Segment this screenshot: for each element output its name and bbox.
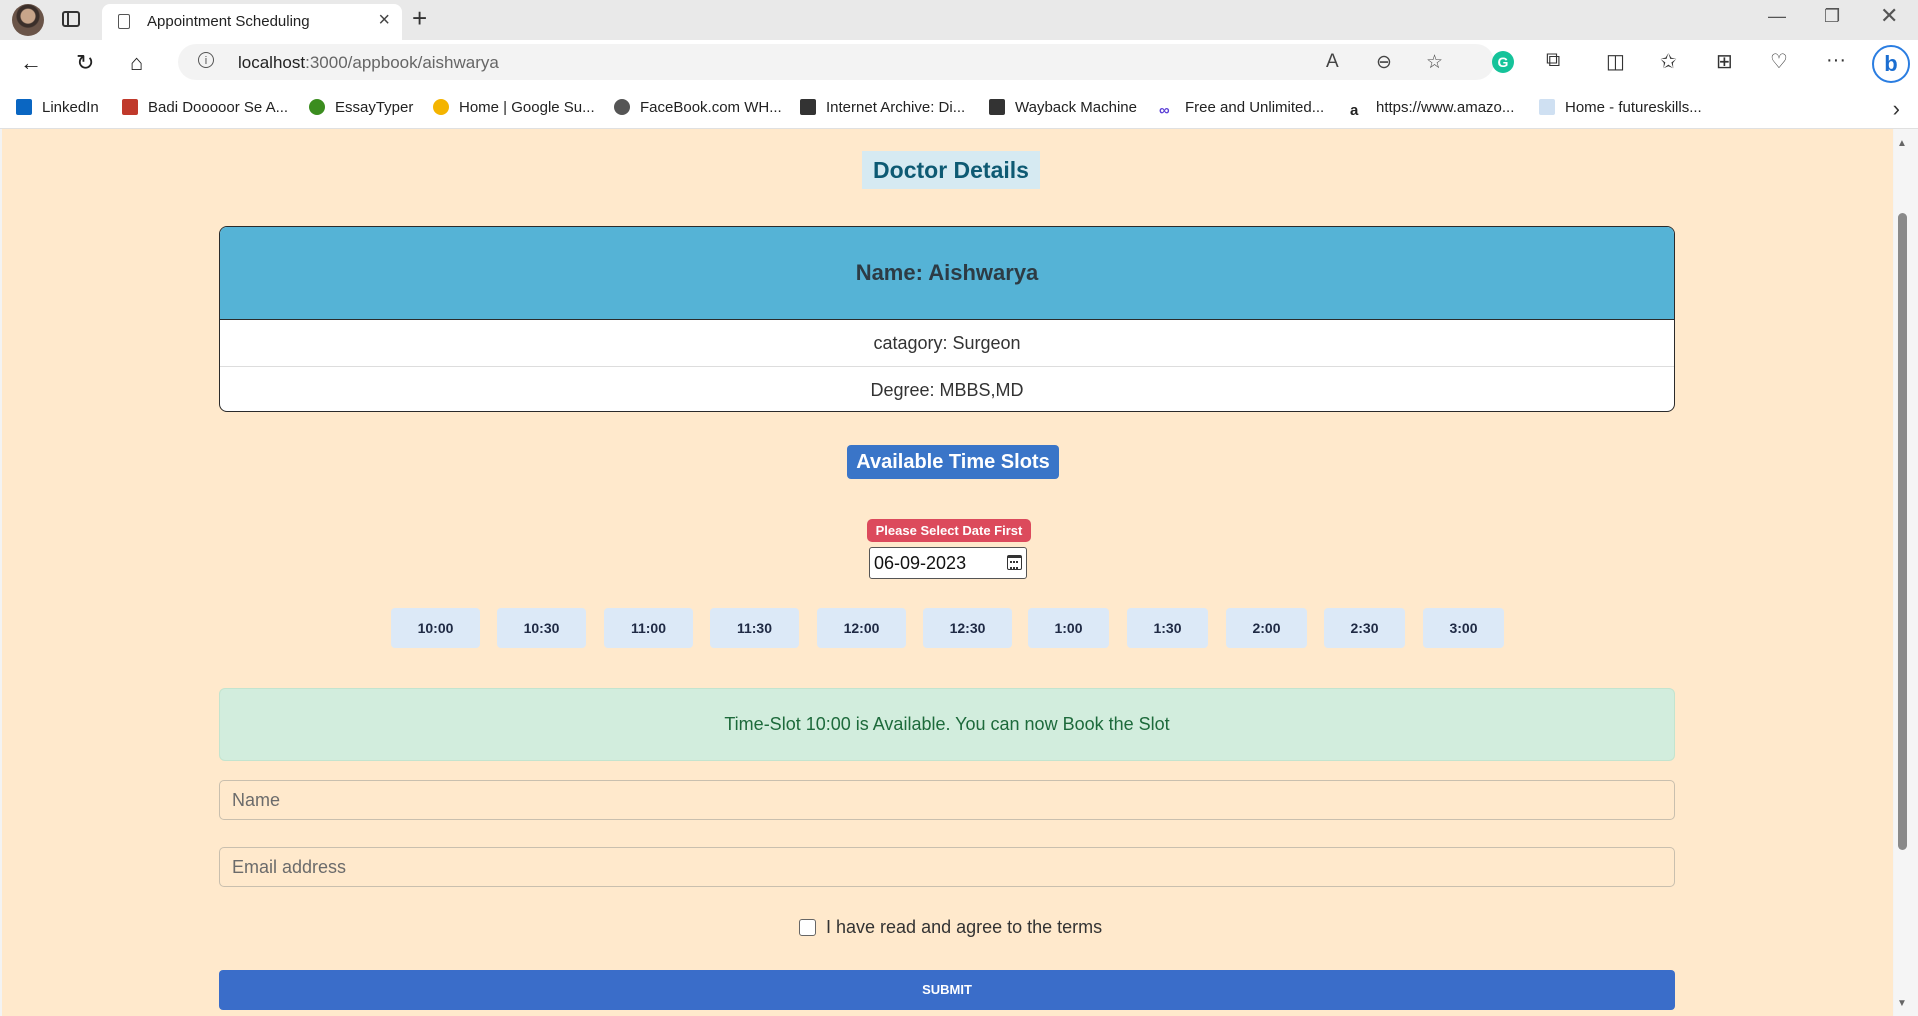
bookmark-free-unlimited[interactable]: ∞ Free and Unlimited... [1159, 99, 1324, 119]
availability-alert: Time-Slot 10:00 is Available. You can no… [219, 688, 1675, 761]
time-slot-button[interactable]: 12:00 [817, 608, 906, 648]
date-value: 06-09-2023 [874, 553, 967, 573]
refresh-icon[interactable]: ↻ [76, 50, 94, 76]
terms-label: I have read and agree to the terms [826, 917, 1103, 937]
gear-icon [614, 99, 630, 115]
time-slot-button[interactable]: 1:00 [1028, 608, 1109, 648]
doctor-category: catagory: Surgeon [873, 332, 1021, 353]
zoom-icon[interactable]: ⊖ [1376, 51, 1392, 74]
split-screen-icon[interactable]: ◫ [1606, 49, 1625, 74]
minimize-icon[interactable]: — [1768, 6, 1786, 27]
collections-icon[interactable]: ⊞ [1716, 49, 1733, 74]
bookmark-futureskills[interactable]: Home - futureskills... [1539, 99, 1702, 116]
grammarly-icon[interactable]: G [1492, 51, 1514, 73]
bookmarks-bar: LinkedIn Badi Dooooor Se A... EssayTyper… [0, 90, 1918, 129]
doctor-name: Name: Aishwarya [220, 227, 1674, 320]
time-slot-button[interactable]: 11:00 [604, 608, 693, 648]
favorites-icon[interactable]: ✩ [1660, 49, 1677, 74]
doctor-degree: Degree: MBBS,MD [220, 366, 1674, 411]
url-text[interactable]: localhost:3000/appbook/aishwarya [238, 53, 499, 73]
time-slots-heading: Available Time Slots [847, 445, 1059, 479]
submit-button[interactable]: SUBMIT [219, 970, 1675, 1010]
page-title: Doctor Details [862, 151, 1040, 189]
scrollbar-thumb[interactable] [1898, 213, 1907, 850]
chevron-right-icon[interactable]: › [1893, 96, 1900, 122]
tab-bar: Appointment Scheduling × + — ❐ ✕ [0, 0, 1918, 40]
scroll-up-icon[interactable]: ▲ [1897, 138, 1907, 149]
site-info-icon[interactable]: i [198, 52, 214, 68]
doctor-card: Name: Aishwarya catagory: Surgeon Degree… [219, 226, 1675, 412]
time-slot-button[interactable]: 12:30 [923, 608, 1012, 648]
time-slot-button[interactable]: 2:30 [1324, 608, 1405, 648]
bookmark-icon [122, 99, 138, 115]
bing-copilot-icon[interactable]: b [1872, 45, 1910, 83]
tab-title: Appointment Scheduling [147, 13, 310, 30]
name-input[interactable]: Name [219, 780, 1675, 820]
essaytyper-icon [309, 99, 325, 115]
infinity-icon: ∞ [1159, 102, 1170, 119]
health-icon[interactable]: ♡ [1770, 49, 1788, 74]
time-slot-button[interactable]: 2:00 [1226, 608, 1307, 648]
date-warning-badge: Please Select Date First [867, 519, 1031, 542]
browser-toolbar: ← ↻ ⌂ i localhost:3000/appbook/aishwarya… [0, 40, 1918, 90]
close-window-icon[interactable]: ✕ [1880, 3, 1898, 29]
restore-icon[interactable]: ❐ [1824, 6, 1840, 27]
bookmark-internet-archive[interactable]: Internet Archive: Di... [800, 99, 965, 116]
more-menu-icon[interactable]: ··· [1826, 49, 1846, 72]
close-tab-icon[interactable]: × [378, 9, 390, 32]
bookmark-badi[interactable]: Badi Dooooor Se A... [122, 99, 288, 116]
workspaces-icon[interactable] [62, 11, 80, 27]
bookmark-amazon[interactable]: a https://www.amazo... [1350, 99, 1514, 119]
amazon-icon: a [1350, 102, 1359, 119]
sun-icon [433, 99, 449, 115]
archive-icon [800, 99, 816, 115]
time-slot-button[interactable]: 11:30 [710, 608, 799, 648]
address-bar[interactable]: i localhost:3000/appbook/aishwarya A ⊖ ☆ [178, 44, 1494, 80]
back-icon[interactable]: ← [20, 50, 42, 76]
bookmark-facebook[interactable]: FaceBook.com WH... [614, 99, 782, 116]
archive-icon [989, 99, 1005, 115]
bookmark-google-sites[interactable]: Home | Google Su... [433, 99, 595, 116]
bookmark-wayback[interactable]: Wayback Machine [989, 99, 1137, 116]
terms-row: I have read and agree to the terms [799, 917, 1102, 938]
date-input[interactable]: 06-09-2023 [869, 547, 1027, 579]
profile-avatar[interactable] [12, 4, 44, 36]
page-icon [118, 14, 130, 29]
bookmark-linkedin[interactable]: LinkedIn [16, 99, 99, 116]
time-slot-button[interactable]: 3:00 [1423, 608, 1504, 648]
terms-checkbox[interactable] [799, 919, 816, 936]
read-aloud-icon[interactable]: A [1326, 51, 1339, 73]
time-slot-button[interactable]: 1:30 [1127, 608, 1208, 648]
new-tab-icon[interactable]: + [412, 3, 427, 34]
browser-tab[interactable]: Appointment Scheduling × [102, 4, 402, 40]
extensions-icon[interactable]: ⧉ [1546, 49, 1560, 72]
scroll-down-icon[interactable]: ▼ [1897, 998, 1907, 1009]
time-slot-button[interactable]: 10:00 [391, 608, 480, 648]
futureskills-icon [1539, 99, 1555, 115]
home-icon[interactable]: ⌂ [130, 50, 143, 76]
linkedin-icon [16, 99, 32, 115]
email-input[interactable]: Email address [219, 847, 1675, 887]
favorite-star-icon[interactable]: ☆ [1426, 51, 1443, 74]
calendar-icon[interactable] [1007, 555, 1022, 570]
time-slot-button[interactable]: 10:30 [497, 608, 586, 648]
bookmark-essaytyper[interactable]: EssayTyper [309, 99, 413, 116]
page-content: Doctor Details Name: Aishwarya catagory:… [2, 129, 1893, 1016]
